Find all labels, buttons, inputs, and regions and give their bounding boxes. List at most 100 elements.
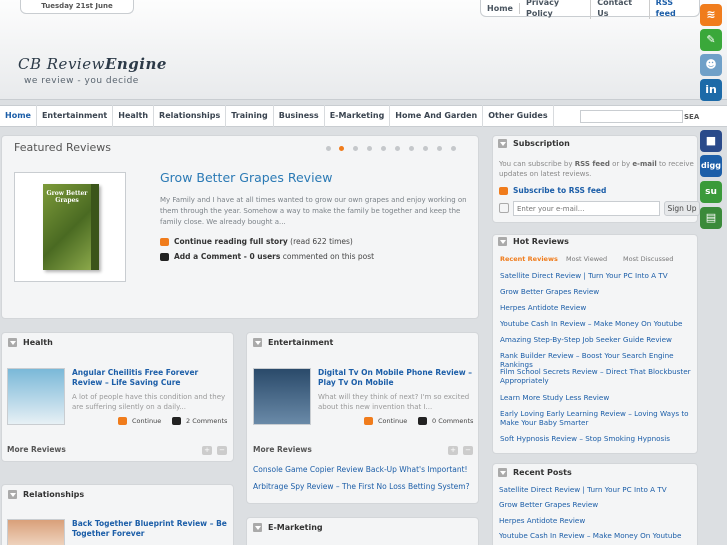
nav-relationships[interactable]: Relationships: [154, 105, 227, 127]
health-more-reviews: More Reviews: [7, 445, 66, 454]
featured-excerpt: My Family and I have at all times wanted…: [160, 196, 467, 226]
entertainment-continue[interactable]: Continue: [364, 417, 407, 425]
plus-button[interactable]: +: [448, 446, 458, 455]
email-input[interactable]: [513, 201, 660, 216]
minus-button[interactable]: −: [217, 446, 227, 455]
recent-post-item[interactable]: Satellite Direct Review | Turn Your PC I…: [499, 485, 695, 494]
home-link[interactable]: Home: [481, 2, 520, 14]
nav-business[interactable]: Business: [274, 105, 325, 127]
add-comment[interactable]: Add a Comment - 0 users commented on thi…: [160, 252, 374, 261]
hot-review-item[interactable]: Learn More Study Less Review: [500, 393, 696, 402]
nav-entertainment[interactable]: Entertainment: [37, 105, 114, 127]
slide-dot[interactable]: [395, 146, 400, 151]
hot-review-item[interactable]: Amazing Step-By-Step Job Seeker Guide Re…: [500, 335, 696, 344]
subscription-title: Subscription: [513, 139, 570, 148]
minus-button[interactable]: −: [463, 446, 473, 455]
health-title: Health: [23, 338, 53, 347]
rss-feed-link[interactable]: RSS feed: [650, 0, 699, 19]
health-article-title[interactable]: Angular Cheilitis Free Forever Review – …: [72, 368, 227, 388]
nav-home[interactable]: Home: [0, 105, 37, 127]
nav-health[interactable]: Health: [113, 105, 155, 127]
nav-home-and-garden[interactable]: Home And Garden: [390, 105, 484, 127]
health-comments[interactable]: 2 Comments: [172, 417, 227, 425]
hot-review-item[interactable]: Soft Hypnosis Review – Stop Smoking Hypn…: [500, 434, 696, 443]
plus-icon: [118, 417, 127, 425]
slide-dot[interactable]: [437, 146, 442, 151]
recent-post-item[interactable]: Grow Better Grapes Review: [499, 500, 695, 509]
emarketing-title: E-Marketing: [268, 523, 323, 532]
hot-review-item[interactable]: Early Loving Early Learning Review – Lov…: [500, 409, 696, 427]
recent-post-item[interactable]: Youtube Cash In Review – Make Money On Y…: [499, 531, 695, 540]
delicious-icon[interactable]: ■: [700, 130, 722, 152]
nav-emarketing[interactable]: E-Marketing: [325, 105, 391, 127]
hot-reviews-title: Hot Reviews: [513, 237, 569, 246]
collapse-icon[interactable]: [8, 338, 17, 347]
commented-text: commented on this post: [282, 252, 375, 261]
recent-posts-title: Recent Posts: [513, 468, 572, 477]
hot-review-item[interactable]: Youtube Cash In Review – Make Money On Y…: [500, 319, 696, 328]
search-input[interactable]: [580, 110, 683, 123]
slide-dot-active[interactable]: [339, 146, 344, 151]
entertainment-list-item[interactable]: Console Game Copier Review Back-Up What'…: [253, 465, 475, 475]
plus-button[interactable]: +: [202, 446, 212, 455]
privacy-policy-link[interactable]: Privacy Policy: [520, 0, 592, 19]
search-button[interactable]: SEA: [684, 110, 699, 124]
entertainment-article-title[interactable]: Digital Tv On Mobile Phone Review – Play…: [318, 368, 473, 388]
tab-most-viewed[interactable]: Most Viewed: [566, 255, 607, 263]
entertainment-thumb[interactable]: [253, 368, 311, 425]
share-icon[interactable]: ▤: [700, 207, 722, 229]
slide-dot[interactable]: [353, 146, 358, 151]
slide-dot[interactable]: [326, 146, 331, 151]
book-cover: Grow Better Grapes: [43, 184, 99, 270]
health-continue-label: Continue: [132, 417, 162, 425]
subscribe-rss[interactable]: Subscribe to RSS feed: [499, 186, 606, 195]
date-display: Tuesday 21st June: [20, 0, 134, 14]
slide-dot[interactable]: [367, 146, 372, 151]
featured-image[interactable]: Grow Better Grapes: [14, 172, 126, 282]
health-thumb[interactable]: [7, 368, 65, 425]
hot-review-item[interactable]: Grow Better Grapes Review: [500, 287, 696, 296]
site-logo[interactable]: CB ReviewEngine: [18, 55, 167, 73]
nav-other-guides[interactable]: Other Guides: [483, 105, 554, 127]
collapse-icon[interactable]: [498, 468, 507, 477]
nav-training[interactable]: Training: [226, 105, 274, 127]
slide-dot[interactable]: [451, 146, 456, 151]
entertainment-comments[interactable]: 0 Comments: [418, 417, 473, 425]
continue-reading[interactable]: Continue reading full story (read 622 ti…: [160, 237, 353, 246]
collapse-icon[interactable]: [498, 139, 507, 148]
collapse-icon[interactable]: [8, 490, 17, 499]
add-comment-label: Add a Comment - 0 users: [174, 252, 281, 261]
featured-title[interactable]: Grow Better Grapes Review: [160, 170, 332, 185]
slide-dot[interactable]: [381, 146, 386, 151]
collapse-icon[interactable]: [253, 523, 262, 532]
digg-icon[interactable]: digg: [700, 155, 722, 177]
rss-icon[interactable]: ≋: [700, 4, 722, 26]
health-continue[interactable]: Continue: [118, 417, 161, 425]
hot-review-item[interactable]: Satellite Direct Review | Turn Your PC I…: [500, 271, 696, 280]
slide-dot[interactable]: [409, 146, 414, 151]
reddit-icon[interactable]: ☻: [700, 54, 722, 76]
subscription-text-b: or by: [609, 160, 633, 168]
relationships-thumb[interactable]: [7, 519, 65, 545]
recent-posts-heading: Recent Posts: [498, 468, 572, 477]
relationships-article-title[interactable]: Back Together Blueprint Review – Be Toge…: [72, 519, 227, 539]
hot-review-item[interactable]: Herpes Antidote Review: [500, 303, 696, 312]
tab-recent-reviews[interactable]: Recent Reviews: [500, 255, 558, 263]
recent-post-item[interactable]: Herpes Antidote Review: [499, 516, 695, 525]
linkedin-icon[interactable]: in: [700, 79, 722, 101]
entertainment-title: Entertainment: [268, 338, 334, 347]
plus-icon: [364, 417, 373, 425]
tab-most-discussed[interactable]: Most Discussed: [623, 255, 673, 263]
entertainment-list-item[interactable]: Arbitrage Spy Review – The First No Loss…: [253, 482, 475, 492]
sign-up-button[interactable]: Sign Up: [664, 201, 700, 216]
slide-dot[interactable]: [423, 146, 428, 151]
chat-icon[interactable]: ✎: [700, 29, 722, 51]
collapse-icon[interactable]: [253, 338, 262, 347]
hot-review-item[interactable]: Film School Secrets Review – Direct That…: [500, 367, 696, 385]
subscription-email-link[interactable]: e-mail: [632, 160, 656, 168]
contact-us-link[interactable]: Contact Us: [591, 0, 650, 19]
relationships-heading: Relationships: [8, 490, 84, 499]
stumbleupon-icon[interactable]: su: [700, 181, 722, 203]
subscription-rss-link[interactable]: RSS feed: [575, 160, 610, 168]
collapse-icon[interactable]: [498, 237, 507, 246]
